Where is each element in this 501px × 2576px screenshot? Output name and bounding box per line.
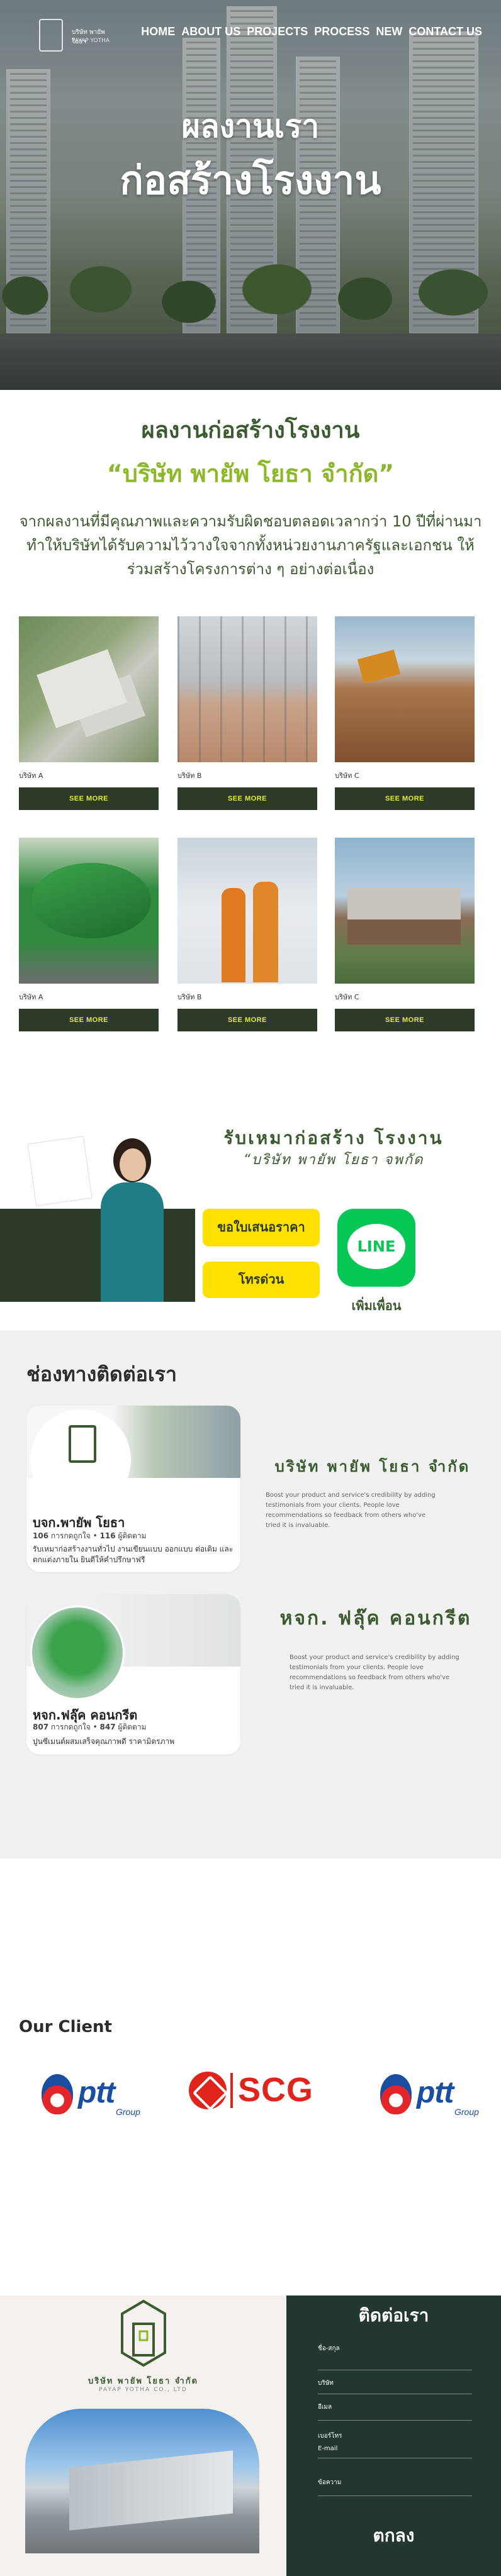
nav-new[interactable]: NEW — [376, 25, 402, 38]
company-title: หจก. ฟลุ๊ค คอนกรีต — [279, 1607, 472, 1629]
contact-heading: ช่องทางติดต่อเรา — [26, 1362, 177, 1386]
client-logo-ptt: ptt Group — [42, 2070, 142, 2121]
page-stats: 106 การกดถูกใจ • 116 ผู้ติดตาม — [33, 1531, 147, 1540]
company-description: Boost your product and service's credibi… — [266, 1492, 436, 1529]
project-image[interactable] — [177, 616, 317, 762]
request-quote-button[interactable]: ขอใบเสนอราคา — [203, 1209, 320, 1246]
banner-subheading: “บริษัท พายัพ โยธา จพกัด — [243, 1152, 424, 1168]
main-nav: HOME ABOUT US PROJECTS PROCESS NEW CONTA… — [141, 25, 482, 38]
ptt-wordmark: ptt — [78, 2076, 115, 2109]
scg-divider — [230, 2073, 233, 2108]
page-description: รับเหมาก่อสร้างงานทั่วไป งานเขียนแบบ ออก… — [33, 1545, 234, 1564]
project-image[interactable] — [335, 838, 475, 984]
project-image[interactable] — [177, 838, 317, 984]
logo-mark-icon — [39, 19, 63, 52]
page-stats: 807 การกดถูกใจ • 847 ผู้ติดตาม — [33, 1723, 147, 1731]
project-card: บริษัท C SEE MORE — [335, 838, 475, 1031]
field-label-phone: เบอร์โทร — [318, 2433, 342, 2440]
project-card: บริษัท A SEE MORE — [19, 838, 159, 1031]
footer-company-name-en: PAYAP YOTHA CO., LTD — [99, 2387, 188, 2393]
scg-wordmark: SCG — [238, 2071, 314, 2109]
see-more-button[interactable]: SEE MORE — [335, 1009, 475, 1031]
project-image[interactable] — [19, 616, 159, 762]
page: บริษัท พายัพ โยธา PAYAP YOTHA HOME ABOUT… — [0, 0, 501, 2576]
nav-contact-us[interactable]: CONTACT US — [408, 25, 482, 38]
person-face — [120, 1148, 146, 1181]
company-description: Boost your product and service's credibi… — [290, 1654, 459, 1691]
project-card: บริษัท C SEE MORE — [335, 616, 475, 810]
line-logo-text: LINE — [347, 1224, 405, 1269]
intro-text: จากผลงานที่มีคุณภาพและความรับผิดชอบตลอดเ… — [19, 513, 482, 578]
likes-label: การกดถูกใจ — [50, 1531, 91, 1540]
field-label-message: ข้อความ — [318, 2479, 342, 2486]
form-heading: ติดต่อเรา — [358, 2305, 429, 2326]
field-label-email: E-mail — [318, 2445, 338, 2452]
ptt-wordmark: ptt — [417, 2076, 454, 2109]
header-logo[interactable]: บริษัท พายัพ โยธา PAYAP YOTHA — [39, 19, 121, 57]
logo-subtext: PAYAP YOTHA — [72, 38, 110, 44]
nav-about-us[interactable]: ABOUT US — [181, 25, 240, 38]
followers-label: ผู้ติดตาม — [118, 1531, 147, 1540]
footer-factory-image — [25, 2409, 259, 2553]
add-friend-link[interactable]: เพิ่มเพื่อน — [327, 1296, 425, 1316]
project-name: บริษัท C — [335, 993, 359, 1001]
ptt-flame-icon — [42, 2074, 73, 2114]
project-name: บริษัท B — [177, 772, 202, 780]
intro-heading: ผลงานก่อสร้างโรงงาน — [141, 418, 360, 443]
banner-person-image — [82, 1138, 183, 1302]
project-image[interactable] — [19, 838, 159, 984]
scg-emblem-icon — [189, 2072, 227, 2109]
nav-projects[interactable]: PROJECTS — [247, 25, 308, 38]
client-logo-ptt: ptt Group — [380, 2070, 481, 2121]
facebook-page-card[interactable]: หจก.ฟลุ๊ค คอนกรีต 807 การกดถูกใจ • 847 ผ… — [26, 1594, 240, 1755]
project-card: บริษัท B SEE MORE — [177, 616, 317, 810]
email-th-field[interactable] — [318, 2420, 472, 2421]
footer-logo-icon — [118, 2299, 169, 2368]
see-more-button[interactable]: SEE MORE — [177, 1009, 317, 1031]
followers-count: 847 — [99, 1723, 116, 1731]
see-more-button[interactable]: SEE MORE — [19, 787, 159, 810]
project-card: บริษัท B SEE MORE — [177, 838, 317, 1031]
ptt-group-label: Group — [454, 2107, 479, 2117]
company-logo-icon — [69, 1425, 96, 1463]
hero-subtitle: ก่อสร้างโรงงาน — [120, 157, 381, 203]
facebook-page-card[interactable]: บจก.พายัพ โยธา 106 การกดถูกใจ • 116 ผู้ต… — [26, 1406, 240, 1572]
hero-section: บริษัท พายัพ โยธา PAYAP YOTHA HOME ABOUT… — [0, 0, 501, 390]
client-logo-scg: SCG — [189, 2069, 315, 2113]
likes-label: การกดถูกใจ — [50, 1723, 91, 1731]
page-avatar — [30, 1606, 125, 1700]
submit-button[interactable]: ตกลง — [286, 2522, 501, 2550]
company-title: บริษัท พายัพ โยธา จำกัด — [274, 1458, 471, 1475]
person-dress — [101, 1182, 164, 1302]
project-name: บริษัท B — [177, 993, 202, 1001]
see-more-button[interactable]: SEE MORE — [335, 787, 475, 810]
see-more-button[interactable]: SEE MORE — [19, 1009, 159, 1031]
likes-count: 807 — [33, 1723, 49, 1731]
project-image[interactable] — [335, 616, 475, 762]
field-label-name: ชื่อ-สกุล — [318, 2345, 340, 2352]
page-avatar — [30, 1409, 131, 1510]
project-card: บริษัท A SEE MORE — [19, 616, 159, 810]
footer-company-name: บริษัท พายัพ โยธา จำกัด — [87, 2377, 199, 2386]
nav-home[interactable]: HOME — [141, 25, 175, 38]
likes-count: 106 — [33, 1531, 49, 1540]
call-now-button[interactable]: โทรด่วน — [203, 1262, 320, 1298]
followers-count: 116 — [99, 1531, 116, 1540]
clients-heading: Our Client — [19, 2018, 112, 2036]
ptt-group-label: Group — [116, 2107, 140, 2117]
line-icon[interactable]: LINE — [337, 1209, 415, 1287]
page-description: ปูนซีเมนต์ผสมเสร็จคุณภาพดี ราคามิตรภาพ — [33, 1737, 175, 1746]
followers-label: ผู้ติดตาม — [118, 1723, 147, 1731]
ptt-flame-icon — [380, 2074, 412, 2114]
hero-title: ผลงานเรา — [181, 108, 320, 145]
project-name: บริษัท A — [19, 772, 43, 780]
field-label-company: บริษัท — [318, 2380, 334, 2387]
see-more-button[interactable]: SEE MORE — [177, 787, 317, 810]
project-name: บริษัท C — [335, 772, 359, 780]
field-label-email-th: อีเมล — [318, 2404, 332, 2411]
intro-company-name: “บริษัท พายัพ โยธา จำกัด” — [106, 460, 395, 487]
nav-process[interactable]: PROCESS — [314, 25, 369, 38]
project-name: บริษัท A — [19, 993, 43, 1001]
